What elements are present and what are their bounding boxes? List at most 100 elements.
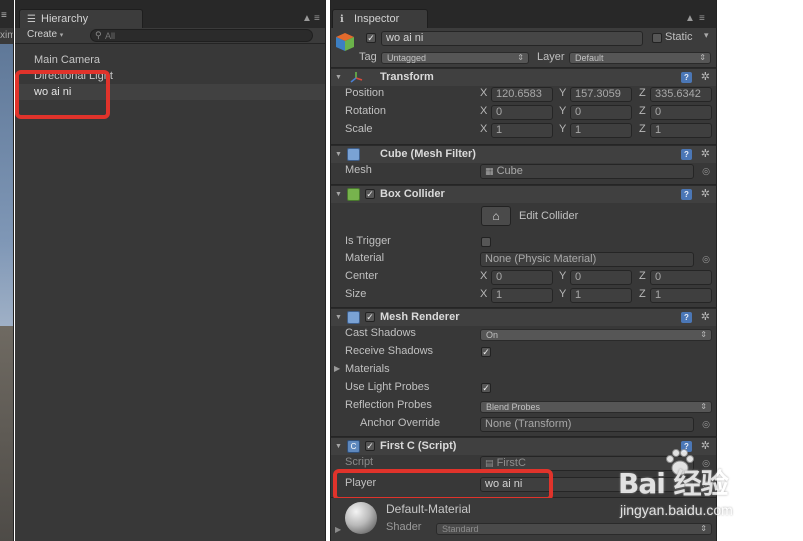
x-label: X — [480, 288, 488, 300]
collider-enabled-checkbox[interactable]: ✓ — [365, 189, 375, 199]
gear-icon[interactable]: ✲ — [701, 310, 710, 323]
search-input[interactable] — [105, 30, 305, 41]
size-z-field[interactable]: 1 — [650, 288, 712, 303]
anchor-override-field[interactable]: None (Transform) — [480, 417, 694, 432]
scale-z-field[interactable]: 1 — [650, 123, 712, 138]
mesh-field[interactable]: ▦ Cube — [480, 164, 694, 179]
mesh-filter-title: Cube (Mesh Filter) — [380, 148, 476, 160]
csharp-script-icon: C — [347, 440, 360, 453]
position-z-field[interactable]: 335.6342 — [650, 87, 712, 102]
tab-inspector[interactable]: ℹ Inspector — [332, 9, 428, 28]
script-enabled-checkbox[interactable]: ✓ — [365, 441, 375, 451]
box-collider-header[interactable]: ▼ ✓ Box Collider ? ✲ — [331, 185, 716, 203]
info-icon: ℹ — [340, 14, 344, 25]
object-picker-icon[interactable]: ◎ — [702, 166, 710, 177]
renderer-enabled-checkbox[interactable]: ✓ — [365, 312, 375, 322]
scale-x-field[interactable]: 1 — [491, 123, 553, 138]
position-x-field[interactable]: 120.6583 — [491, 87, 553, 102]
updown-arrow-icon: ⇕ — [517, 53, 524, 62]
lock-icon[interactable]: ▲ — [685, 13, 695, 24]
cast-shadows-dropdown[interactable]: On ⇕ — [480, 329, 712, 341]
material-name: Default-Material — [386, 502, 471, 516]
help-icon[interactable]: ? — [681, 312, 692, 323]
panel-menu-icon[interactable]: ≡ — [699, 13, 705, 24]
receive-shadows-checkbox[interactable]: ✓ — [481, 347, 491, 357]
create-button[interactable]: Create ▾ — [27, 29, 63, 40]
foldout-arrow-icon[interactable]: ▼ — [335, 191, 342, 198]
transform-title: Transform — [380, 71, 434, 83]
panel-menu-icon[interactable]: ≡ — [314, 13, 320, 24]
script-label: Script — [345, 456, 374, 468]
static-dropdown-arrow-icon[interactable]: ▾ — [704, 30, 709, 41]
transform-header[interactable]: ▼ Transform ? ✲ — [331, 68, 716, 86]
center-z-field[interactable]: 0 — [650, 270, 712, 285]
position-label: Position — [345, 87, 385, 99]
reflection-probes-label: Reflection Probes — [345, 399, 432, 411]
static-checkbox[interactable] — [652, 33, 662, 43]
is-trigger-row: Is Trigger — [331, 233, 716, 251]
z-label: Z — [639, 123, 646, 135]
rotation-y-field[interactable]: 0 — [570, 105, 632, 120]
gear-icon[interactable]: ✲ — [701, 70, 710, 83]
object-picker-icon[interactable]: ◎ — [702, 419, 710, 430]
gear-icon[interactable]: ✲ — [701, 147, 710, 160]
material-foldout-icon[interactable]: ▶ — [335, 525, 341, 534]
foldout-arrow-icon[interactable]: ▼ — [335, 74, 342, 81]
is-trigger-checkbox[interactable] — [481, 237, 491, 247]
light-probes-checkbox[interactable]: ✓ — [481, 383, 491, 393]
scene-tab-menu-icon[interactable]: ≡ — [0, 0, 13, 28]
collider-cube-icon — [347, 188, 360, 201]
edit-collider-button[interactable]: ⌂ — [481, 206, 511, 226]
size-row: Size X 1 Y 1 Z 1 — [331, 287, 716, 305]
foldout-arrow-icon[interactable]: ▼ — [335, 443, 342, 450]
mesh-asset-icon: ▦ — [485, 166, 494, 176]
materials-foldout-icon[interactable]: ▶ — [334, 364, 340, 373]
position-y-field[interactable]: 157.3059 — [570, 87, 632, 102]
mesh-row: Mesh ▦ Cube ◎ — [331, 163, 716, 181]
hierarchy-search[interactable]: ⚲ — [90, 29, 313, 42]
tag-dropdown[interactable]: Untagged ⇕ — [381, 52, 529, 64]
shader-value: Standard — [442, 524, 479, 534]
layer-dropdown[interactable]: Default ⇕ — [569, 52, 711, 64]
reflection-probes-dropdown[interactable]: Blend Probes ⇕ — [480, 401, 712, 413]
script-header[interactable]: ▼ C ✓ First C (Script) ? ✲ — [331, 437, 716, 455]
mesh-value: Cube — [496, 165, 523, 177]
watermark-brand: Bai 经验 — [618, 467, 729, 500]
size-y-field[interactable]: 1 — [570, 288, 632, 303]
help-icon[interactable]: ? — [681, 72, 692, 83]
rotation-x-field[interactable]: 0 — [491, 105, 553, 120]
help-icon[interactable]: ? — [681, 189, 692, 200]
lock-icon[interactable]: ▲ — [302, 13, 312, 24]
x-label: X — [480, 123, 488, 135]
watermark-url: jingyan.baidu.com — [620, 502, 733, 518]
tab-hierarchy[interactable]: ☰ Hierarchy — [19, 9, 143, 28]
help-icon[interactable]: ? — [681, 149, 692, 160]
rotation-row: Rotation X 0 Y 0 Z 0 — [331, 104, 716, 122]
active-checkbox[interactable]: ✓ — [366, 33, 376, 43]
list-icon: ☰ — [27, 14, 36, 25]
object-picker-icon[interactable]: ◎ — [702, 254, 710, 265]
renderer-grid-icon — [347, 311, 360, 324]
gear-icon[interactable]: ✲ — [701, 187, 710, 200]
center-label: Center — [345, 270, 379, 282]
edit-collider-label: Edit Collider — [519, 210, 579, 222]
size-x-field[interactable]: 1 — [491, 288, 553, 303]
collider-material-field[interactable]: None (Physic Material) — [480, 252, 694, 267]
object-name-input[interactable]: wo ai ni — [381, 31, 643, 46]
foldout-arrow-icon[interactable]: ▼ — [335, 151, 342, 158]
gear-icon[interactable]: ✲ — [701, 439, 710, 452]
hierarchy-item-main-camera[interactable]: Main Camera — [15, 52, 325, 68]
y-label: Y — [559, 105, 567, 117]
mesh-filter-header[interactable]: ▼ Cube (Mesh Filter) ? ✲ — [331, 145, 716, 163]
foldout-arrow-icon[interactable]: ▼ — [335, 314, 342, 321]
scale-y-field[interactable]: 1 — [570, 123, 632, 138]
layer-label: Layer — [537, 51, 565, 63]
center-y-field[interactable]: 0 — [570, 270, 632, 285]
rotation-z-field[interactable]: 0 — [650, 105, 712, 120]
mesh-renderer-header[interactable]: ▼ ✓ Mesh Renderer ? ✲ — [331, 308, 716, 326]
scene-ground — [0, 326, 13, 541]
center-x-field[interactable]: 0 — [491, 270, 553, 285]
shader-label: Shader — [386, 521, 422, 533]
collider-material-label: Material — [345, 252, 385, 264]
tab-hierarchy-label: Hierarchy — [41, 13, 89, 25]
